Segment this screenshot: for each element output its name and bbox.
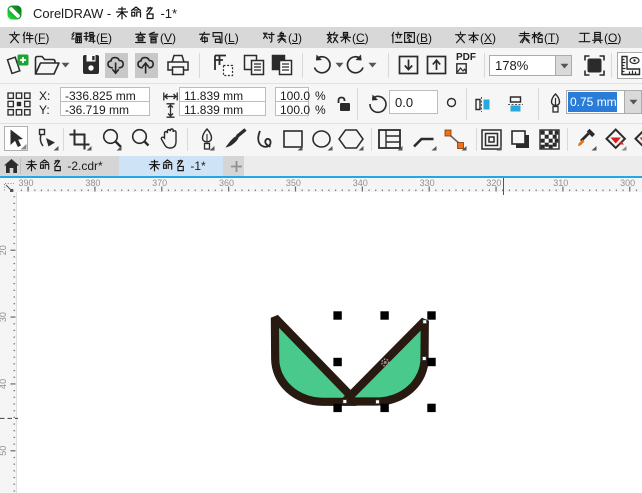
svg-text:50: 50 — [0, 446, 8, 456]
svg-text:360: 360 — [219, 178, 234, 188]
svg-text:40: 40 — [0, 379, 8, 389]
svg-text:20: 20 — [0, 245, 8, 255]
svg-text:390: 390 — [18, 178, 33, 188]
svg-text:350: 350 — [286, 178, 301, 188]
svg-text:320: 320 — [486, 178, 501, 188]
svg-text:370: 370 — [152, 178, 167, 188]
svg-text:310: 310 — [553, 178, 568, 188]
svg-text:330: 330 — [420, 178, 435, 188]
svg-text:30: 30 — [0, 312, 8, 322]
svg-text:380: 380 — [85, 178, 100, 188]
svg-text:300: 300 — [620, 178, 635, 188]
svg-text:340: 340 — [353, 178, 368, 188]
